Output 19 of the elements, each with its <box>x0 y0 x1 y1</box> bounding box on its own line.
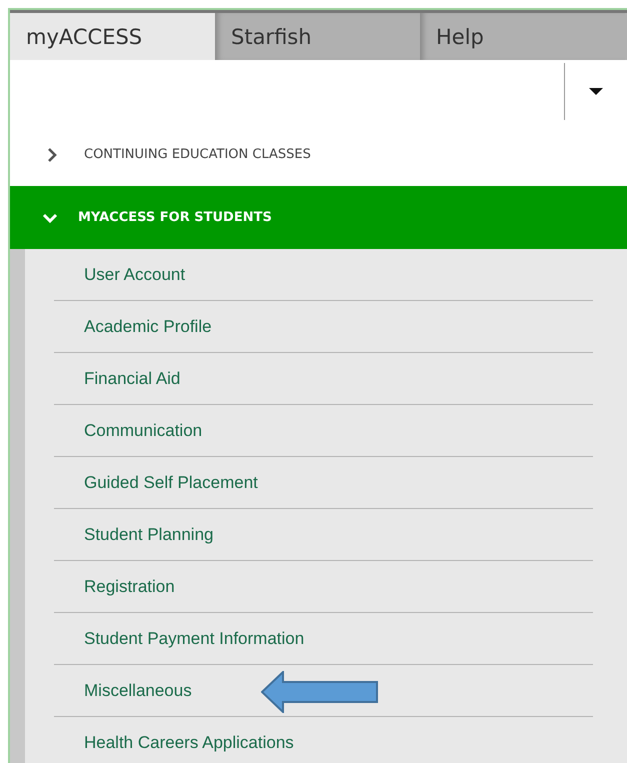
menu-link[interactable]: Student Planning <box>54 524 214 544</box>
menu-link[interactable]: Academic Profile <box>54 316 212 336</box>
section-title: CONTINUING EDUCATION CLASSES <box>84 147 311 162</box>
menu-link[interactable]: Health Careers Applications <box>54 732 294 752</box>
section-title: MYACCESS FOR STUDENTS <box>78 210 272 225</box>
section-header[interactable]: MYACCESS FOR STUDENTS <box>10 186 627 249</box>
caret-icon <box>589 88 603 96</box>
menu-link[interactable]: User Account <box>54 264 186 284</box>
tab[interactable]: Starfish <box>215 13 420 60</box>
tab[interactable]: myACCESS <box>10 13 215 60</box>
menu-link[interactable]: Student Payment Information <box>54 628 304 648</box>
chevron-right-icon <box>46 146 58 162</box>
menu-link[interactable]: Registration <box>54 576 175 596</box>
tab[interactable]: Help <box>420 13 625 60</box>
menu-link[interactable]: Financial Aid <box>54 368 180 388</box>
menu-link[interactable]: Guided Self Placement <box>54 472 258 492</box>
menu-link[interactable]: Communication <box>54 420 202 440</box>
chevron-down-icon <box>42 212 58 224</box>
menu-link[interactable]: Miscellaneous <box>54 680 192 700</box>
